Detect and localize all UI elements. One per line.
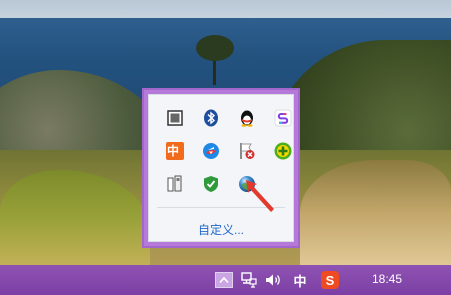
ime-indicator[interactable]: 中 [290, 269, 310, 291]
tray-overflow-panel: 中 自定义... [148, 94, 294, 242]
security-flag-icon[interactable] [236, 140, 258, 162]
ime-indicator-label: 中 [293, 274, 307, 290]
red-arrow-icon [246, 180, 274, 212]
video-player-icon[interactable] [200, 140, 222, 162]
show-hidden-icons-button[interactable] [215, 272, 233, 288]
qq-penguin-icon[interactable] [236, 107, 258, 129]
taskbar-clock[interactable]: 18:45 [372, 272, 402, 286]
tray-overflow-popup: 中 自定义... [142, 88, 300, 248]
network-icon[interactable] [239, 269, 259, 291]
usb-device-icon[interactable] [164, 173, 186, 195]
bluetooth-icon[interactable] [200, 107, 222, 129]
sync-app-icon[interactable] [272, 107, 294, 129]
customize-link[interactable]: 自定义... [149, 221, 293, 238]
shield-check-icon[interactable] [200, 173, 222, 195]
volume-icon[interactable] [263, 269, 283, 291]
wallpaper-grass-right [300, 160, 451, 265]
ime-zhong-icon[interactable]: 中 [164, 140, 186, 162]
chevron-up-icon [219, 276, 229, 284]
wallpaper-sky [0, 0, 451, 20]
ime-zhong-label: 中 [167, 144, 180, 158]
wallpaper-tree-top [196, 35, 234, 61]
tray-window-icon[interactable] [164, 107, 186, 129]
green-plus-icon[interactable] [272, 140, 294, 162]
sogou-ime-icon[interactable]: S [319, 269, 341, 291]
sogou-ime-label: S [325, 272, 335, 288]
taskbar: 中 S 18:45 [0, 265, 451, 295]
